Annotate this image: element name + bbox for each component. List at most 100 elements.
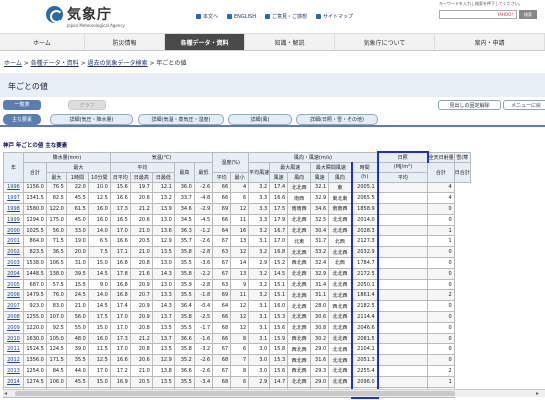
table-cell: 21.0 [129, 365, 153, 377]
year-link[interactable]: 2000 [7, 228, 20, 234]
nav-data[interactable]: 各種データ・資料 [165, 34, 245, 50]
nav-knowledge[interactable]: 知識・解説 [245, 34, 335, 50]
cell-year[interactable]: 1999 [3, 213, 24, 226]
table-cell: 31.1 [310, 289, 330, 302]
cell-year[interactable]: 2006 [3, 289, 24, 302]
cell-year[interactable]: 2009 [3, 321, 24, 334]
scroll-thumb[interactable] [15, 391, 455, 396]
table-cell: 17.0 [87, 365, 111, 377]
table-cell: 20.5 [129, 235, 153, 248]
year-link[interactable]: 2014 [7, 379, 20, 385]
scroll-left-icon[interactable]: ◂ [4, 390, 7, 397]
tab-list[interactable]: 一覧表 [3, 100, 41, 110]
nav-apply[interactable]: 案内・申請 [435, 34, 545, 50]
crumb-data[interactable]: 各種データ・資料 [31, 60, 79, 67]
nav-home[interactable]: ホーム [0, 34, 85, 50]
table-cell: 20.6 [129, 213, 153, 226]
table-cell: 16.7 [269, 224, 289, 237]
annual-data-table: 年 降水量(mm) 気温(℃) 湿度(%) 風向・風速(m/s) 日照 全天日射… [3, 151, 471, 399]
tab-detail-wind[interactable]: 詳細(風) [228, 114, 292, 125]
year-link[interactable]: 2010 [7, 336, 20, 342]
arrow-icon [316, 14, 321, 19]
cell-year[interactable]: 2004 [3, 267, 24, 280]
link-sitemap[interactable]: サイトマップ [316, 13, 353, 20]
view-tabs: 一覧表 グラフ 見出しの固定解除 メニューに戻 [0, 100, 545, 112]
cell-year[interactable]: 2014 [3, 375, 24, 388]
year-link[interactable]: 2007 [7, 303, 20, 309]
table-cell: 13.0 [151, 213, 175, 226]
unfix-header-button[interactable]: 見出しの固定解除 [438, 100, 501, 110]
cell-year[interactable]: 1998 [3, 203, 24, 215]
table-cell: 21.2 [129, 203, 153, 215]
table-cell: 3.1 [248, 321, 271, 334]
year-link[interactable]: 2011 [7, 346, 20, 352]
table-cell: 16.9 [109, 375, 131, 388]
tab-detail-temp[interactable]: 詳細(気温・蒸気圧・湿度) [138, 114, 224, 125]
year-link[interactable]: 1996 [7, 184, 20, 190]
table-cell: 17.0 [269, 235, 289, 248]
table-cell: 12 [230, 300, 250, 313]
crumb-search[interactable]: 過去の気象データ検索 [88, 60, 148, 67]
year-link[interactable]: 2001 [7, 238, 20, 244]
cell-year[interactable]: 2012 [3, 354, 24, 367]
table-cell: 20.9 [129, 300, 153, 313]
table-cell: 6 [230, 343, 250, 356]
year-link[interactable]: 2003 [7, 260, 20, 266]
link-skip[interactable]: 本文へ [196, 13, 218, 20]
table-cell: 13.5 [151, 246, 175, 259]
cell-year[interactable]: 1997 [3, 192, 24, 205]
cell-year[interactable]: 2000 [3, 224, 24, 237]
tab-detail-pressure[interactable]: 詳細(気圧・降水量) [50, 114, 133, 125]
link-feedback[interactable]: ご意見・ご感想 [264, 13, 307, 20]
link-english[interactable]: ENGLISH [227, 13, 256, 20]
jma-logo[interactable]: 気象庁 [46, 4, 112, 24]
tab-graph[interactable]: グラフ [68, 100, 106, 110]
search-button[interactable]: 検索 [519, 10, 537, 19]
year-link[interactable]: 2006 [7, 292, 20, 298]
table-cell: 北北西 [287, 181, 312, 194]
year-link[interactable]: 2009 [7, 325, 20, 331]
table-cell: 北北西 [287, 300, 312, 313]
year-link[interactable]: 2013 [7, 368, 20, 374]
year-link[interactable]: 2005 [7, 282, 20, 288]
cell-year[interactable]: 2001 [3, 235, 24, 248]
table-cell: 3.0 [248, 343, 271, 356]
table-cell: 48.0 [65, 332, 89, 345]
table-cell: 1858.9 [350, 203, 379, 215]
th-wind-max: 最大風速 [269, 161, 312, 173]
table-cell: 2096.0 [350, 375, 379, 388]
year-link[interactable]: 1997 [7, 195, 20, 201]
tab-main-elements[interactable]: 主な要素 [3, 114, 41, 125]
year-link[interactable]: 2008 [7, 314, 20, 320]
th-precip-10m: 10分間 [87, 171, 111, 183]
cell-year[interactable]: 2010 [3, 332, 24, 345]
cell-year[interactable]: 2005 [3, 278, 24, 291]
year-link[interactable]: 1999 [7, 217, 20, 223]
back-to-menu-button[interactable]: メニューに戻 [503, 100, 545, 110]
cell-year[interactable]: 1996 [3, 181, 24, 194]
table-cell: 13.9 [151, 203, 175, 215]
tab-detail-sun[interactable]: 詳細(日照・雪・その他) [296, 114, 378, 125]
cell-year[interactable]: 2008 [3, 311, 24, 323]
table-cell: 2104.1 [350, 343, 379, 356]
cell-year[interactable]: 2013 [3, 365, 24, 377]
cell-year[interactable]: 2003 [3, 257, 24, 269]
cell-year[interactable]: 2002 [3, 246, 24, 259]
cell-year[interactable]: 2011 [3, 343, 24, 356]
th-temp: 気温(℃) [109, 151, 214, 163]
table-cell: 63 [212, 246, 232, 259]
table-cell: 北北西 [287, 224, 312, 237]
scroll-right-icon[interactable]: ▸ [536, 390, 539, 397]
cell-year[interactable]: 2007 [3, 300, 24, 313]
year-link[interactable]: 2002 [7, 249, 20, 255]
horizontal-scrollbar[interactable]: ◂ ▸ [3, 389, 545, 397]
search-input[interactable]: YAHOO! [439, 10, 517, 19]
table-row: 1996 1156.0 76.5 22.0 10.0 15.6 19.7 12.1 36.0 -2… [3, 181, 471, 194]
nav-about[interactable]: 気象庁について [335, 34, 435, 50]
year-link[interactable]: 2012 [7, 357, 20, 363]
nav-disaster[interactable]: 防災情報 [85, 34, 165, 50]
year-link[interactable]: 2004 [7, 271, 20, 277]
crumb-home[interactable]: ホーム [4, 60, 22, 67]
table-cell: 67 [212, 257, 232, 269]
year-link[interactable]: 1998 [7, 206, 20, 212]
